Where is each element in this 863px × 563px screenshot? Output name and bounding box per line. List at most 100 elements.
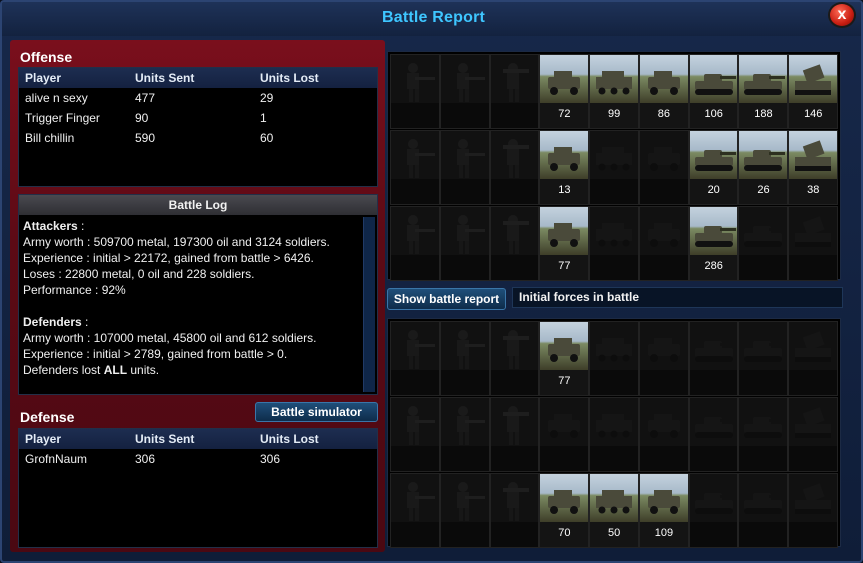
unit-slot[interactable]: 99 [589,54,639,129]
unit-slot[interactable] [439,54,490,129]
unit-row [390,397,839,472]
unit-slot[interactable] [489,397,540,472]
unit-slot[interactable] [788,397,839,472]
sniper-icon [440,474,489,522]
log-line: Loses : 22800 metal, 0 oil and 228 soldi… [23,267,255,281]
unit-count [639,179,688,204]
unit-count [689,370,738,395]
unit-slot[interactable] [390,206,440,281]
defense-title: Defense [20,409,75,425]
unit-slot[interactable] [390,397,440,472]
unit-count [490,255,539,280]
unit-slot[interactable]: 146 [788,54,839,129]
unit-slot[interactable] [788,473,839,548]
unit-slot[interactable] [788,206,839,281]
unit-slot[interactable]: 50 [589,473,639,548]
unit-slot[interactable]: 286 [688,206,739,281]
unit-slot[interactable] [489,130,540,205]
unit-slot[interactable] [638,321,689,396]
unit-slot[interactable] [589,206,639,281]
unit-count [789,446,838,471]
unit-slot[interactable] [738,206,789,281]
unit-slot[interactable] [489,321,540,396]
unit-slot[interactable] [439,321,490,396]
battle-log-text: Attackers : Army worth : 509700 metal, 1… [19,215,377,378]
offense-table: Player Units Sent Units Lost alive n sex… [18,67,378,187]
anti-air-icon [639,207,688,255]
unit-slot[interactable]: 77 [539,206,590,281]
unit-slot[interactable]: 20 [688,130,739,205]
unit-slot[interactable] [638,397,689,472]
unit-slot[interactable]: 77 [539,321,590,396]
rifleman-icon [391,474,439,522]
units-sent: 90 [135,111,149,125]
unit-count: 146 [789,103,838,128]
artillery-icon [789,207,838,255]
unit-slot[interactable]: 109 [638,473,689,548]
unit-slot[interactable] [390,473,440,548]
unit-slot[interactable]: 38 [788,130,839,205]
unit-count: 86 [639,103,688,128]
unit-slot[interactable]: 86 [638,54,689,129]
unit-count [639,255,688,280]
battle-log: Battle Log Attackers : Army worth : 5097… [18,194,378,395]
unit-slot[interactable] [589,397,639,472]
unit-slot[interactable] [539,397,590,472]
unit-slot[interactable]: 13 [539,130,590,205]
log-line: Experience : initial > 2789, gained from… [23,347,288,361]
unit-slot[interactable] [489,206,540,281]
unit-count [739,370,788,395]
unit-slot[interactable] [738,473,789,548]
unit-slot[interactable] [688,397,739,472]
apc-icon [590,207,638,255]
jeep-icon [540,474,589,522]
defense-table-header: Player Units Sent Units Lost [19,429,377,449]
unit-slot[interactable]: 106 [688,54,739,129]
unit-slot[interactable] [638,130,689,205]
unit-slot[interactable] [738,321,789,396]
unit-slot[interactable] [390,54,440,129]
unit-slot[interactable] [390,321,440,396]
unit-slot[interactable] [738,397,789,472]
unit-slot[interactable]: 70 [539,473,590,548]
column-player: Player [25,71,62,85]
unit-slot[interactable] [489,54,540,129]
unit-slot[interactable] [688,473,739,548]
battle-simulator-button[interactable]: Battle simulator [255,402,378,422]
unit-count [490,522,539,547]
rifleman-icon [391,322,439,370]
unit-count: 26 [739,179,788,204]
battle-log-scrollbar[interactable] [363,217,375,392]
unit-count [689,522,738,547]
unit-slot[interactable]: 72 [539,54,590,129]
attackers-label: Attackers [23,219,78,233]
unit-count [689,446,738,471]
show-battle-report-button[interactable]: Show battle report [387,288,506,310]
unit-row: 13 20 26 38 [390,130,839,205]
unit-slot[interactable] [489,473,540,548]
unit-slot[interactable] [439,130,490,205]
heavy-tank-icon [739,131,788,179]
unit-slot[interactable] [688,321,739,396]
unit-slot[interactable] [439,397,490,472]
unit-count [590,179,638,204]
column-units-sent: Units Sent [135,432,195,446]
close-button[interactable]: x [828,2,856,28]
unit-slot[interactable] [589,321,639,396]
table-row: Bill chillin 590 60 [19,128,377,148]
apc-icon [590,131,638,179]
unit-slot[interactable] [638,206,689,281]
unit-slot[interactable] [390,130,440,205]
unit-slot[interactable] [589,130,639,205]
units-lost: 306 [260,452,281,466]
heavy-tank-icon [739,55,788,103]
unit-slot[interactable] [439,206,490,281]
unit-slot[interactable] [788,321,839,396]
defenders-label: Defenders [23,315,82,329]
light-tank-icon [689,322,738,370]
unit-slot[interactable]: 188 [738,54,789,129]
unit-count [391,446,439,471]
sniper-icon [440,322,489,370]
unit-slot[interactable]: 26 [738,130,789,205]
unit-slot[interactable] [439,473,490,548]
